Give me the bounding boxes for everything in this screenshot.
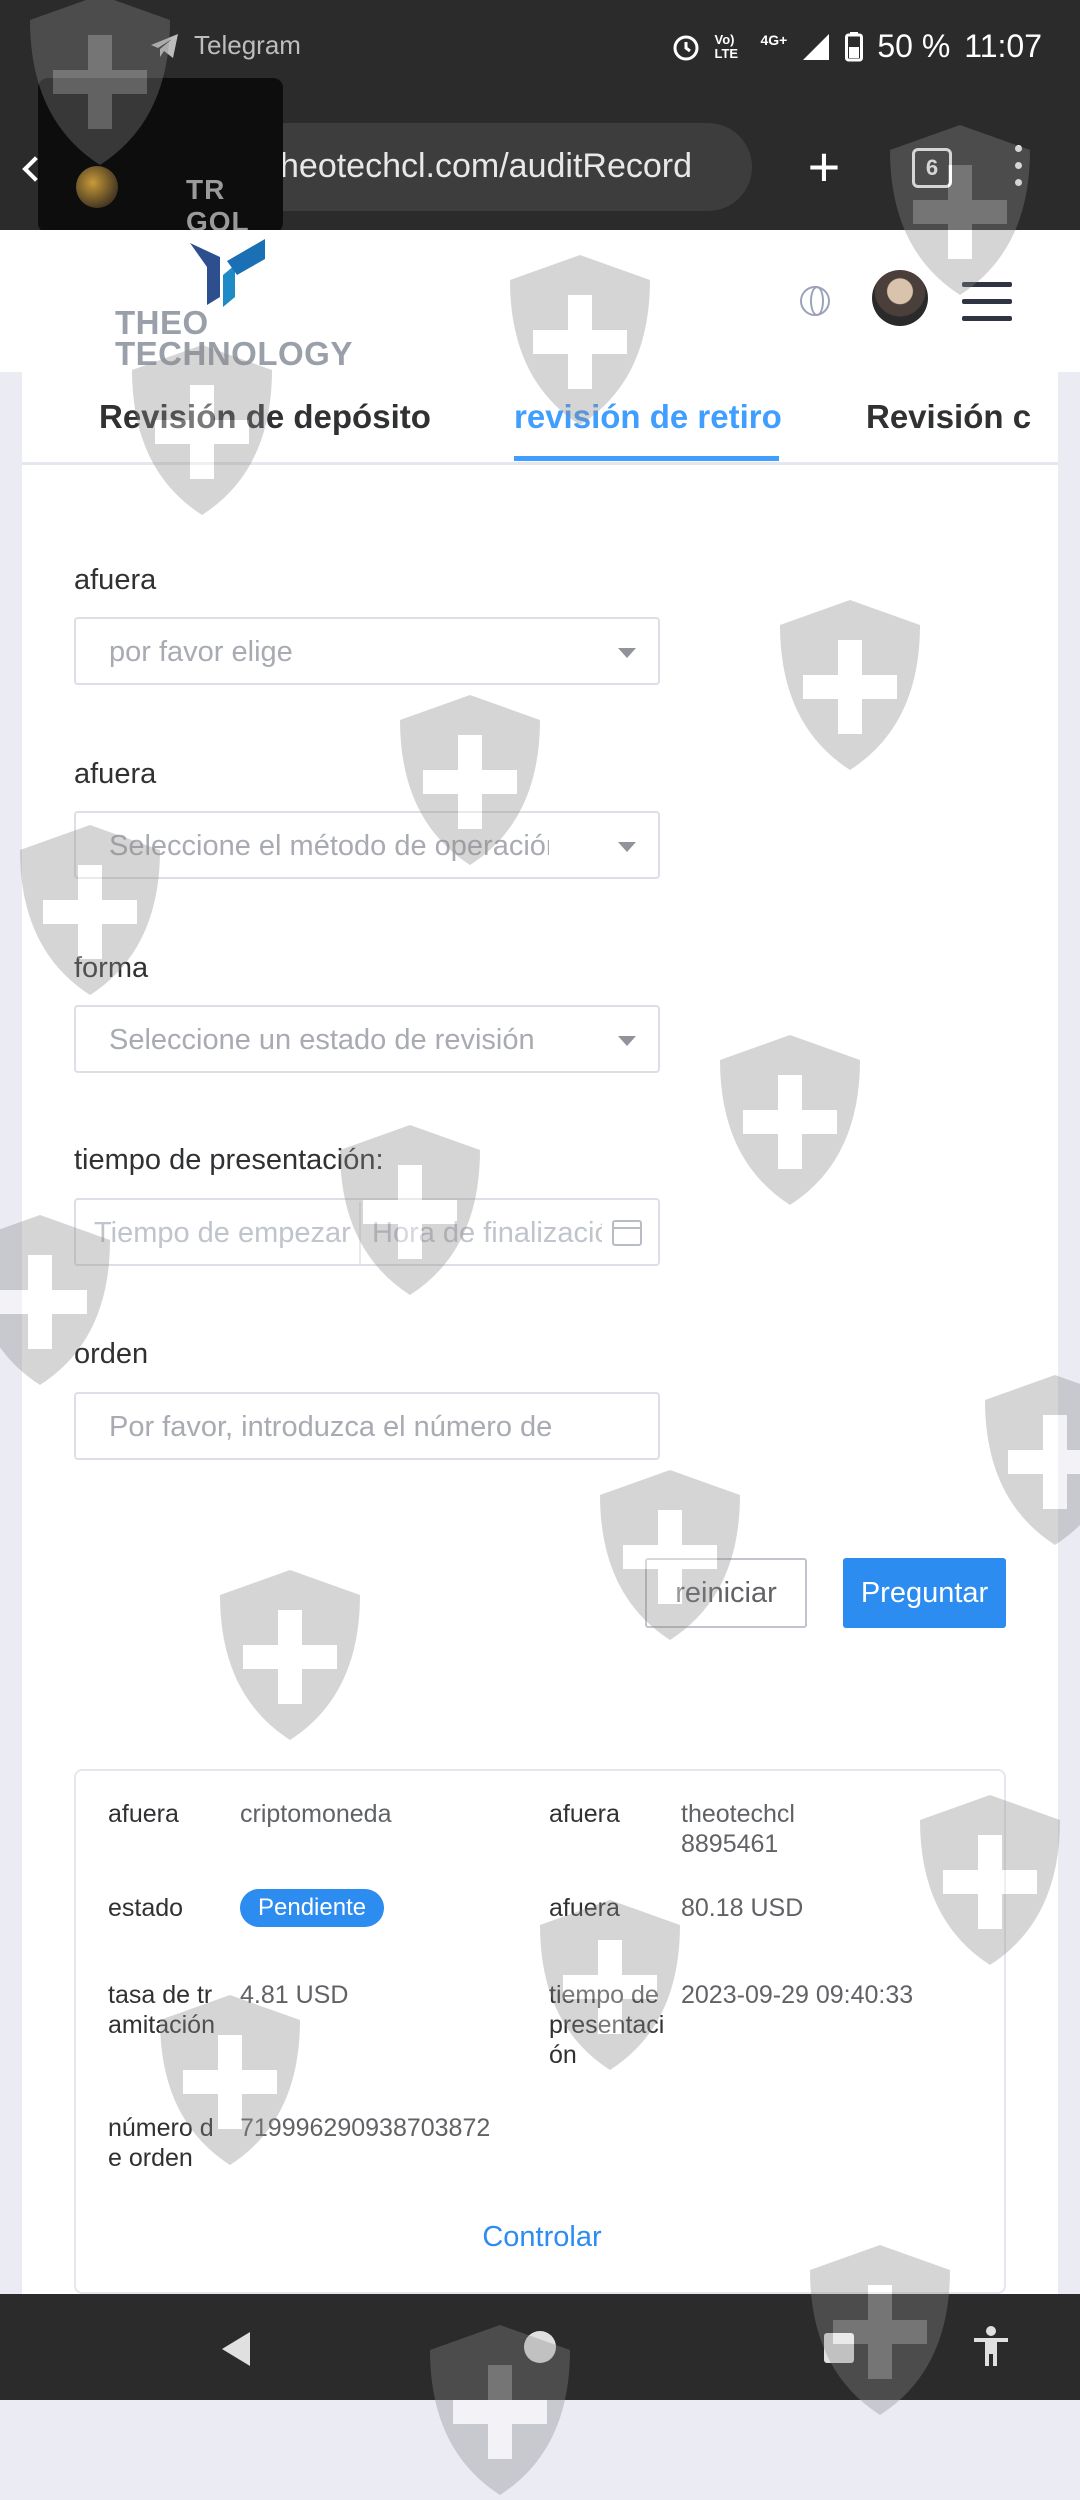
network-type: 4G+ xyxy=(760,31,788,48)
reset-button[interactable]: reiniciar xyxy=(645,1558,807,1628)
nav-home-icon[interactable] xyxy=(524,2331,556,2363)
order-number-input[interactable]: Por favor, introduzca el número de orden xyxy=(74,1392,660,1460)
start-time-input[interactable]: Tiempo de empezar xyxy=(94,1217,356,1250)
control-link[interactable]: Controlar xyxy=(76,2221,1008,2254)
record-value: 4.81 USD xyxy=(240,1981,349,2009)
record-value: criptomoneda xyxy=(240,1800,392,1828)
record-key: afuera xyxy=(549,1894,620,1922)
system-navigation-bar xyxy=(0,2294,1080,2400)
record-key: afuera xyxy=(108,1800,179,1828)
record-value: theotechcl 8895461 xyxy=(681,1800,795,1858)
field-label-status: forma xyxy=(74,952,149,984)
order-number-placeholder: Por favor, introduzca el número de orden xyxy=(109,1411,557,1443)
audit-record-panel: Revisión de depósito revisión de retiro … xyxy=(22,372,1058,2294)
more-options-icon[interactable] xyxy=(1008,145,1028,195)
alarm-icon xyxy=(673,35,698,60)
record-key: tiempo de presentación xyxy=(549,1981,665,2069)
status-badge: Pendiente xyxy=(240,1889,385,1927)
site-header: THEO TECHNOLOGY xyxy=(0,230,1080,372)
record-value: 719996290938703872 xyxy=(240,2114,491,2142)
range-separator xyxy=(359,1202,361,1264)
record-key: número de orden xyxy=(108,2114,214,2172)
end-time-input[interactable]: Hora de finalización xyxy=(372,1217,602,1250)
date-range-picker[interactable]: Tiempo de empezar Hora de finalización xyxy=(74,1198,660,1266)
tab-deposit-review[interactable]: Revisión de depósito xyxy=(99,398,431,436)
review-status-placeholder: Seleccione un estado de revisión xyxy=(109,1024,535,1056)
language-globe-icon[interactable] xyxy=(800,286,830,316)
channel-avatar xyxy=(76,166,118,208)
url-text: heotechcl.com/auditRecord xyxy=(280,147,693,185)
field-label-type: afuera xyxy=(74,564,157,596)
logo-mark-icon xyxy=(190,239,265,307)
query-button[interactable]: Preguntar xyxy=(843,1558,1006,1628)
volte-indicator: Vo) LTE xyxy=(714,31,739,61)
record-key: estado xyxy=(108,1894,184,1922)
logo-line-2: TECHNOLOGY xyxy=(115,335,353,372)
record-key: tasa de tramitación xyxy=(108,1981,215,2039)
record-key: afuera xyxy=(549,1800,620,1828)
battery-level: 50 % xyxy=(877,28,951,64)
record-value: 80.18 USD xyxy=(681,1894,804,1922)
review-status-select[interactable]: Seleccione un estado de revisión xyxy=(74,1005,660,1073)
active-tab-indicator xyxy=(514,456,779,461)
type-select[interactable]: por favor elige xyxy=(74,617,660,685)
field-label-submit-time: tiempo de presentación: xyxy=(74,1144,384,1176)
address-bar[interactable]: heotechcl.com/auditRecord xyxy=(240,123,752,211)
status-icons: Vo) LTE 4G+ 50 % 11:07 xyxy=(671,28,1042,65)
tab-switcher-button[interactable]: 6 xyxy=(912,148,952,188)
operation-method-select[interactable]: Seleccione el método de operación xyxy=(74,811,660,879)
tab-withdrawal-review[interactable]: revisión de retiro xyxy=(514,398,782,436)
notification-app-name: Telegram xyxy=(194,30,301,60)
floating-video-window[interactable]: TR GOL xyxy=(38,78,283,233)
chevron-down-icon xyxy=(618,1036,636,1046)
submit-time-label-text: tiempo de presentación xyxy=(74,1144,376,1176)
notification-area: Telegram xyxy=(150,30,301,61)
theo-technology-logo[interactable]: THEO TECHNOLOGY xyxy=(115,235,352,370)
nav-recents-icon[interactable] xyxy=(824,2333,854,2363)
operation-method-placeholder: Seleccione el método de operación xyxy=(109,830,549,862)
chevron-down-icon xyxy=(618,648,636,658)
withdrawal-record-card: afuera criptomoneda afuera theotechcl 88… xyxy=(74,1769,1006,2294)
tab-other-review[interactable]: Revisión c xyxy=(866,398,1031,436)
field-label-order: orden xyxy=(74,1338,149,1370)
hamburger-menu-icon[interactable] xyxy=(962,282,1012,322)
battery-icon xyxy=(845,31,864,61)
logo-wordmark: THEO TECHNOLOGY xyxy=(115,304,353,372)
floating-window-title: TR GOL xyxy=(186,174,250,233)
type-select-placeholder: por favor elige xyxy=(109,636,293,668)
accessibility-icon[interactable] xyxy=(968,2324,1014,2370)
signal-icon xyxy=(803,33,830,60)
nav-back-icon[interactable] xyxy=(222,2332,250,2366)
user-avatar[interactable] xyxy=(872,270,928,326)
clock: 11:07 xyxy=(964,28,1042,64)
tabs: Revisión de depósito revisión de retiro … xyxy=(22,372,1058,465)
logo-line-1: THEO xyxy=(115,304,209,341)
chevron-down-icon xyxy=(618,842,636,852)
field-label-method: afuera xyxy=(74,758,157,790)
record-value: 2023-09-29 09:40:33 xyxy=(681,1981,914,2009)
calendar-icon xyxy=(612,1220,642,1246)
new-tab-button[interactable]: + xyxy=(800,127,848,207)
telegram-icon xyxy=(151,33,178,58)
